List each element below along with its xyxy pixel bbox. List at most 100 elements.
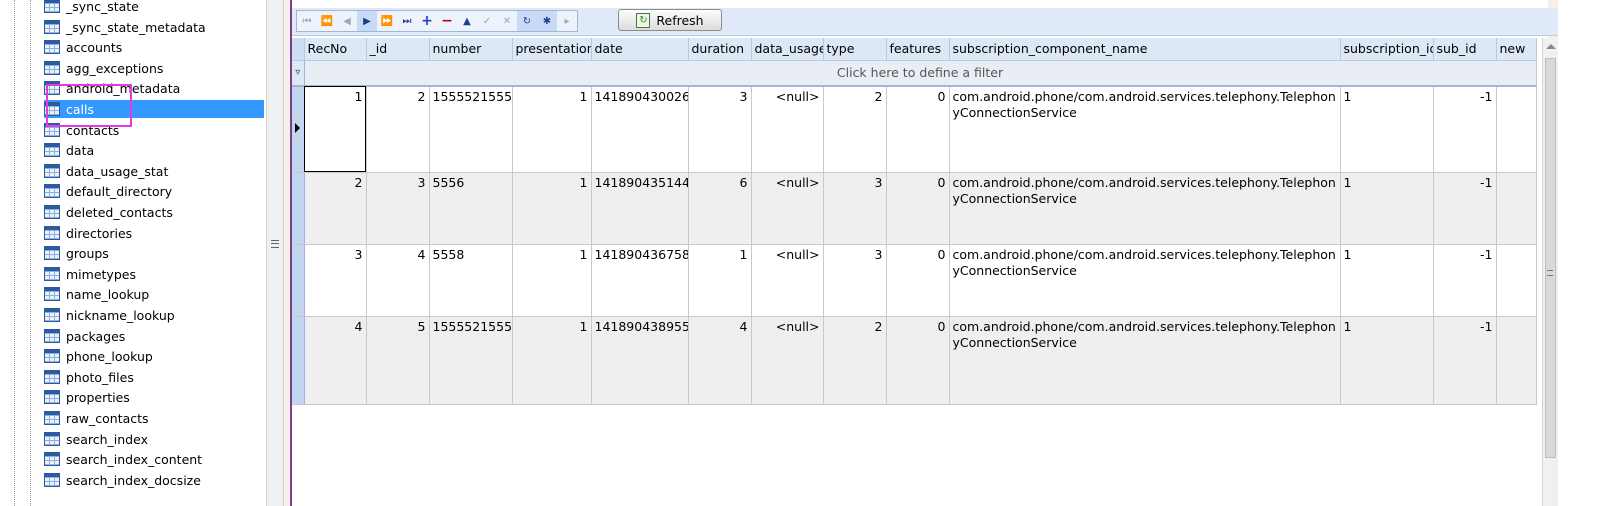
next-icon[interactable]: ▶ (357, 11, 377, 31)
table-row[interactable]: 4 5 15555215556 1 1418904389555 4 <null> 2 0 com.… (292, 316, 1537, 405)
tree-item-groups[interactable]: groups (44, 244, 264, 262)
vertical-scrollbar[interactable] (1542, 38, 1558, 506)
cell-subscription-component-name[interactable]: com.android.phone/com.android.services.t… (949, 244, 1341, 317)
table-row[interactable]: 3 4 5558 1 1418904367585 1 <null> 3 0 com.android… (292, 244, 1537, 317)
refresh-button[interactable]: ↻ Refresh (618, 9, 722, 31)
cell-subscription-component-name[interactable]: com.android.phone/com.android.services.t… (949, 86, 1341, 173)
cell-id[interactable]: 5 (366, 316, 430, 405)
cell-number[interactable]: 5558 (429, 244, 513, 317)
column-header-id[interactable]: _id (366, 38, 430, 61)
tree-item-accounts[interactable]: accounts (44, 38, 264, 56)
cell-duration[interactable]: 1 (688, 244, 752, 317)
cell-type[interactable]: 3 (823, 244, 887, 317)
cell-data-usage[interactable]: <null> (751, 172, 824, 245)
cell-sub-id[interactable]: -1 (1433, 86, 1497, 173)
cell-subscription-id[interactable]: 1 (1340, 244, 1434, 317)
cell-data-usage[interactable]: <null> (751, 244, 824, 317)
cell-data-usage[interactable]: <null> (751, 316, 824, 405)
bookmark-icon[interactable]: ✱ (537, 11, 557, 31)
tree-item-directories[interactable]: directories (44, 224, 264, 242)
cell-number[interactable]: 5556 (429, 172, 513, 245)
cell-id[interactable]: 4 (366, 244, 430, 317)
row-indicator[interactable] (292, 172, 305, 245)
post-icon[interactable]: ✓ (477, 11, 497, 31)
row-indicator[interactable] (292, 86, 305, 173)
tree-item-agg-exceptions[interactable]: agg_exceptions (44, 59, 264, 77)
tree-item-data[interactable]: data (44, 141, 264, 159)
tree-item-data-usage-stat[interactable]: data_usage_stat (44, 162, 264, 180)
column-header-features[interactable]: features (886, 38, 950, 61)
cell-subscription-component-name[interactable]: com.android.phone/com.android.services.t… (949, 172, 1341, 245)
cell-date[interactable]: 1418904351448 (591, 172, 689, 245)
scroll-up-icon[interactable] (1546, 44, 1556, 49)
tree-item-calls[interactable]: calls (44, 100, 264, 118)
tree-item-default-directory[interactable]: default_directory (44, 182, 264, 200)
cell-features[interactable]: 0 (886, 244, 950, 317)
tree-item-mimetypes[interactable]: mimetypes (44, 265, 264, 283)
scroll-thumb[interactable] (1545, 58, 1556, 458)
column-header-date[interactable]: date (591, 38, 689, 61)
cell-features[interactable]: 0 (886, 172, 950, 245)
first-icon[interactable]: ⏮ (297, 11, 317, 31)
cell-subscription-id[interactable]: 1 (1340, 316, 1434, 405)
cell-RecNo[interactable]: 2 (304, 172, 367, 245)
cell-new[interactable] (1496, 86, 1537, 173)
tree-item-deleted-contacts[interactable]: deleted_contacts (44, 203, 264, 221)
cell-date[interactable]: 1418904389555 (591, 316, 689, 405)
tree-item-search-index-docsize[interactable]: search_index_docsize (44, 471, 264, 489)
cell-subscription-id[interactable]: 1 (1340, 172, 1434, 245)
cell-subscription-component-name[interactable]: com.android.phone/com.android.services.t… (949, 316, 1341, 405)
cell-type[interactable]: 3 (823, 172, 887, 245)
tree-item-sync-state-metadata[interactable]: _sync_state_metadata (44, 18, 264, 36)
cell-number[interactable]: 15555215556 (429, 316, 513, 405)
column-header-sub-id[interactable]: sub_id (1433, 38, 1497, 61)
prior-page-icon[interactable]: ⏪ (317, 11, 337, 31)
cell-new[interactable] (1496, 244, 1537, 317)
row-indicator[interactable] (292, 244, 305, 317)
filter-hint[interactable]: Click here to define a filter (304, 60, 1537, 87)
cell-features[interactable]: 0 (886, 316, 950, 405)
tree-item-contacts[interactable]: contacts (44, 121, 264, 139)
column-header-presentation[interactable]: presentation (512, 38, 592, 61)
column-header-RecNo[interactable]: RecNo (304, 38, 367, 61)
column-header-data-usage[interactable]: data_usage (751, 38, 824, 61)
column-header-new[interactable]: new (1496, 38, 1537, 61)
cell-sub-id[interactable]: -1 (1433, 244, 1497, 317)
cell-presentation[interactable]: 1 (512, 244, 592, 317)
cell-date[interactable]: 1418904367585 (591, 244, 689, 317)
table-row[interactable]: 1 2 15555215556 1 1418904300263 3 <null> 2 0 com.… (292, 86, 1537, 173)
tree-item-name-lookup[interactable]: name_lookup (44, 285, 264, 303)
splitter-grip-icon[interactable] (271, 240, 279, 248)
column-header-subscription-id[interactable]: subscription_id (1340, 38, 1434, 61)
cell-duration[interactable]: 4 (688, 316, 752, 405)
last-icon[interactable]: ⏭ (397, 11, 417, 31)
cell-RecNo[interactable]: 3 (304, 244, 367, 317)
cancel-icon[interactable]: ✕ (497, 11, 517, 31)
table-row[interactable]: 2 3 5556 1 1418904351448 6 <null> 3 0 com.android… (292, 172, 1537, 245)
cell-sub-id[interactable]: -1 (1433, 172, 1497, 245)
cell-features[interactable]: 0 (886, 86, 950, 173)
cell-id[interactable]: 3 (366, 172, 430, 245)
cell-presentation[interactable]: 1 (512, 86, 592, 173)
tree-item-android-metadata[interactable]: android_metadata (44, 79, 264, 97)
column-header-duration[interactable]: duration (688, 38, 752, 61)
tree-item-properties[interactable]: properties (44, 388, 264, 406)
row-indicator[interactable] (292, 316, 305, 405)
tree-item-raw-contacts[interactable]: raw_contacts (44, 409, 264, 427)
filter-icon[interactable]: ▿ (292, 60, 305, 87)
tree-item-sync-state[interactable]: _sync_state (44, 0, 264, 15)
cell-new[interactable] (1496, 172, 1537, 245)
column-header-number[interactable]: number (429, 38, 513, 61)
cell-duration[interactable]: 3 (688, 86, 752, 173)
prior-icon[interactable]: ◀ (337, 11, 357, 31)
cell-presentation[interactable]: 1 (512, 316, 592, 405)
goto-bookmark-icon[interactable]: ▸ (557, 11, 577, 31)
column-header-type[interactable]: type (823, 38, 887, 61)
refresh-icon[interactable]: ↻ (517, 11, 537, 31)
cell-sub-id[interactable]: -1 (1433, 316, 1497, 405)
column-header-subscription-component-name[interactable]: subscription_component_name (949, 38, 1341, 61)
tree-item-packages[interactable]: packages (44, 327, 264, 345)
next-page-icon[interactable]: ⏩ (377, 11, 397, 31)
delete-icon[interactable]: − (437, 11, 457, 31)
cell-duration[interactable]: 6 (688, 172, 752, 245)
